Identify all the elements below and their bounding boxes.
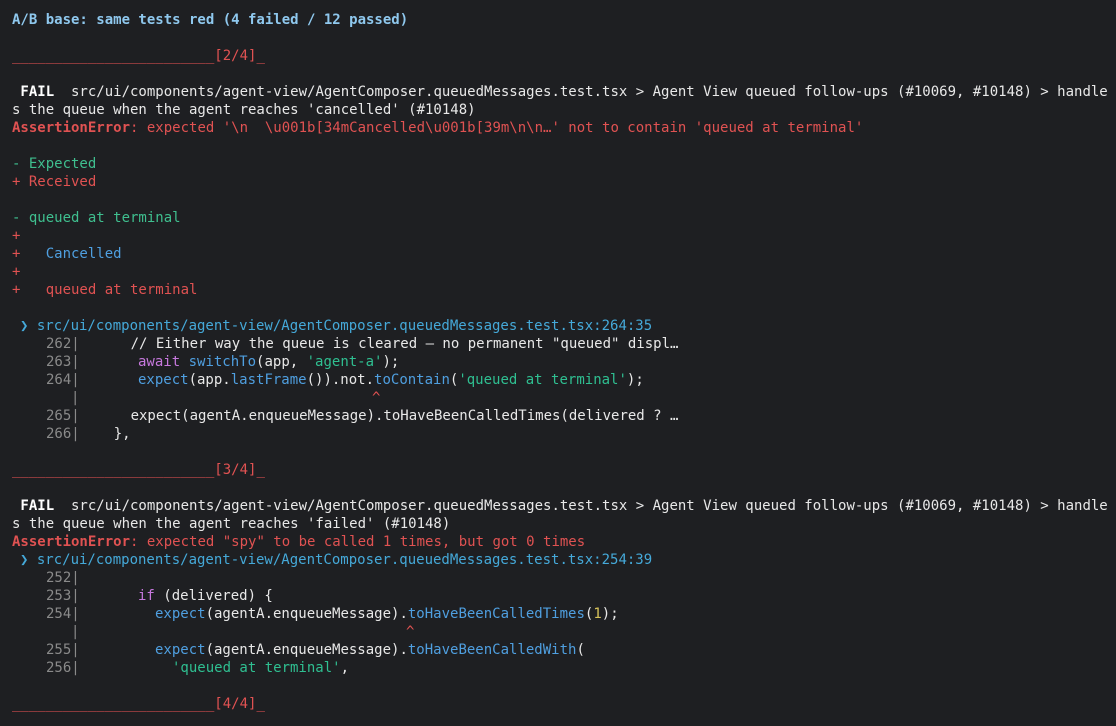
- line-number: 253|: [46, 588, 80, 604]
- fail-test-name-cont: s the queue when the agent reaches 'canc…: [12, 102, 476, 118]
- line-number-pipe: |: [71, 624, 80, 640]
- line-number: 255|: [46, 642, 80, 658]
- diff-expected-label: - Expected: [12, 156, 97, 172]
- assertion-error: AssertionError: expected '\n \u001b[34mC…: [12, 120, 864, 136]
- fail-test-path: src/ui/components/agent-view/AgentCompos…: [62, 84, 1108, 100]
- line-number: 256|: [46, 660, 80, 676]
- fail-line-1: FAIL src/ui/components/agent-view/AgentC…: [12, 83, 1108, 101]
- fail-line-2: FAIL src/ui/components/agent-view/AgentC…: [12, 497, 1108, 515]
- separator-2-of-4: ________________________[2/4]_: [12, 48, 265, 64]
- line-number: 252|: [46, 570, 80, 586]
- code-line: expect(agentA.enqueueMessage).toHaveBeen…: [155, 606, 619, 622]
- terminal-output: A/B base: same tests red (4 failed / 12 …: [0, 0, 1116, 726]
- diff-plus-empty: +: [12, 228, 21, 244]
- code-line: await switchTo(app, 'agent-a');: [138, 354, 400, 370]
- code-line: if (delivered) {: [138, 588, 273, 604]
- error-caret: ^: [372, 390, 381, 406]
- code-line: 'queued at terminal',: [172, 660, 350, 676]
- fail-badge: FAIL: [12, 498, 63, 514]
- fail-test-name-cont: s the queue when the agent reaches 'fail…: [12, 516, 451, 532]
- line-number: 254|: [46, 606, 80, 622]
- diff-plus-cancelled: + Cancelled: [12, 246, 122, 262]
- fail-test-path: src/ui/components/agent-view/AgentCompos…: [62, 498, 1108, 514]
- line-number: 265|: [46, 408, 80, 424]
- line-number: 266|: [46, 426, 80, 442]
- line-number: 263|: [46, 354, 80, 370]
- separator-3-of-4: ________________________[3/4]_: [12, 462, 265, 478]
- source-location-link[interactable]: ❯ src/ui/components/agent-view/AgentComp…: [20, 317, 652, 335]
- line-number: 264|: [46, 372, 80, 388]
- line-number-pipe: |: [71, 390, 80, 406]
- code-line: },: [80, 426, 131, 442]
- code-line: expect(agentA.enqueueMessage).toHaveBeen…: [80, 408, 679, 424]
- diff-received-label: + Received: [12, 174, 97, 190]
- line-number: 262|: [46, 336, 80, 352]
- summary-header: A/B base: same tests red (4 failed / 12 …: [12, 12, 409, 28]
- error-caret: ^: [406, 624, 415, 640]
- diff-plus-queued: + queued at terminal: [12, 282, 198, 298]
- separator-4-of-4: ________________________[4/4]_: [12, 696, 265, 712]
- diff-plus-empty-2: +: [12, 264, 21, 280]
- source-location-link[interactable]: ❯ src/ui/components/agent-view/AgentComp…: [20, 551, 652, 569]
- assertion-error: AssertionError: expected "spy" to be cal…: [12, 534, 586, 550]
- code-line: expect(agentA.enqueueMessage).toHaveBeen…: [155, 642, 585, 658]
- fail-badge: FAIL: [12, 84, 63, 100]
- code-line: expect(app.lastFrame()).not.toContain('q…: [138, 372, 644, 388]
- diff-minus-line: - queued at terminal: [12, 210, 181, 226]
- code-line: // Either way the queue is cleared — no …: [80, 336, 679, 352]
